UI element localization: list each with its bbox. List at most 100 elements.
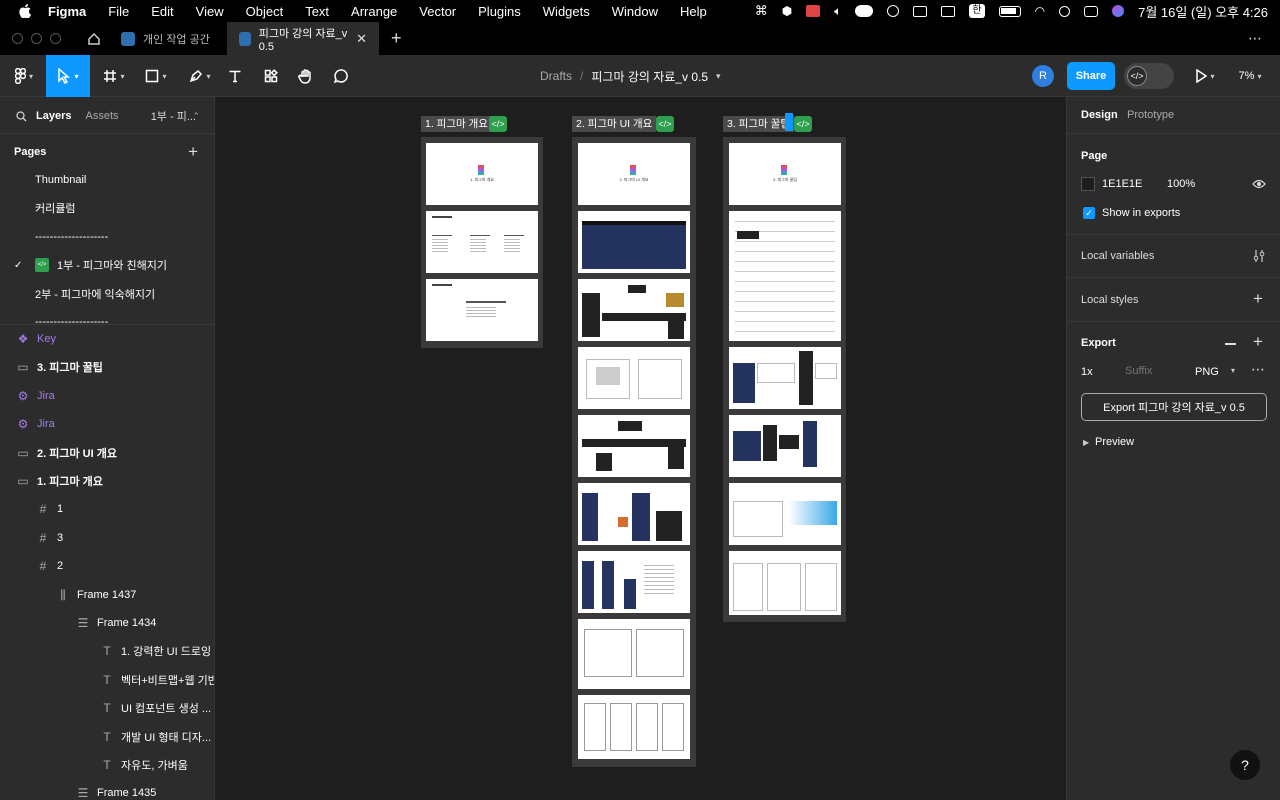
show-in-exports-checkbox[interactable]: ✓ xyxy=(1083,207,1095,219)
dev-handoff-icon[interactable]: </> xyxy=(656,116,674,132)
page-switcher[interactable]: 1부 - 피... xyxy=(151,108,196,124)
play-status-icon[interactable] xyxy=(887,5,900,17)
minimize-window-button[interactable] xyxy=(31,33,42,44)
layer-row[interactable]: ▭ 2. 피그마 UI 개요 xyxy=(0,439,214,467)
slide-ui-3[interactable] xyxy=(578,279,690,341)
control-center-icon[interactable] xyxy=(1084,5,1099,17)
layer-row[interactable]: ❖ Key xyxy=(0,325,214,353)
tab-design[interactable]: Design xyxy=(1081,109,1118,121)
layer-row[interactable]: ⫼ Frame 1437 xyxy=(0,581,214,609)
tab-menu-button[interactable]: ⋯ xyxy=(1248,30,1262,47)
section-label-tips[interactable]: 3. 피그마 꿀팁 xyxy=(723,116,794,132)
search-icon[interactable] xyxy=(16,110,27,122)
menu-object[interactable]: Object xyxy=(246,4,284,19)
battery-icon[interactable] xyxy=(998,5,1021,17)
hand-tool-button[interactable] xyxy=(296,55,316,97)
layer-row[interactable]: ▭ 3. 피그마 꿀팁 xyxy=(0,353,214,381)
export-options-icon[interactable]: ⋯ xyxy=(1251,361,1265,378)
comment-tool-button[interactable] xyxy=(331,55,351,97)
slide-ui-9[interactable] xyxy=(578,695,690,759)
tab-workspace[interactable]: 개인 작업 공간 xyxy=(109,22,227,55)
slide-title-ui[interactable]: 2. 피그마 UI 개요 xyxy=(578,143,690,205)
layer-row[interactable]: T UI 컴포넌트 생성 ... xyxy=(0,694,214,722)
slide-overview-3[interactable] xyxy=(426,279,538,341)
screen-mirror-icon[interactable] xyxy=(941,5,956,17)
chevron-up-icon[interactable]: ⌃ xyxy=(192,111,200,122)
chevron-down-icon[interactable]: ▾ xyxy=(1231,366,1235,375)
dev-handoff-icon[interactable]: </> xyxy=(794,116,812,132)
help-button[interactable]: ? xyxy=(1230,750,1260,780)
menu-vector[interactable]: Vector xyxy=(419,4,456,19)
export-scale[interactable]: 1x xyxy=(1081,366,1093,378)
tab-current-file[interactable]: 피그마 강의 자료_v 0.5 ✕ xyxy=(227,22,379,55)
add-style-icon[interactable]: + xyxy=(1253,289,1263,309)
section-label-overview[interactable]: 1. 피그마 개요 xyxy=(421,116,492,132)
chevron-down-icon[interactable]: ▾ xyxy=(716,71,721,82)
local-variables-label[interactable]: Local variables xyxy=(1081,250,1154,262)
page-opacity-value[interactable]: 100% xyxy=(1167,178,1195,190)
slide-title-overview[interactable]: 1. 피그마 개요 xyxy=(426,143,538,205)
volume-icon[interactable]: 🔈︎ xyxy=(834,4,841,19)
variables-sliders-icon[interactable] xyxy=(1253,249,1265,263)
present-button[interactable]: ▾ xyxy=(1190,55,1220,97)
share-button[interactable]: Share xyxy=(1067,55,1115,97)
slide-title-tips[interactable]: 3. 피그마 꿀팁 xyxy=(729,143,841,205)
export-format[interactable]: PNG xyxy=(1195,366,1219,378)
slide-tips-6[interactable] xyxy=(729,551,841,615)
page-item[interactable]: Thumbnail xyxy=(0,166,214,194)
preview-label[interactable]: Preview xyxy=(1095,436,1134,448)
menu-widgets[interactable]: Widgets xyxy=(543,4,590,19)
drafts-link[interactable]: Drafts xyxy=(540,69,572,83)
siri-icon[interactable] xyxy=(1112,5,1125,17)
remove-export-icon[interactable] xyxy=(1225,343,1236,345)
frame-tool-button[interactable]: ▾ xyxy=(97,55,131,97)
layer-row[interactable]: T 벡터+비트맵+웹 기반 xyxy=(0,666,214,694)
page-item[interactable]: ✓ </> 1부 - 피그마와 친해지기 xyxy=(0,251,214,279)
layer-row[interactable]: ⚙ Jira xyxy=(0,410,214,438)
layer-row[interactable]: ⚙ Jira xyxy=(0,382,214,410)
main-menu-button[interactable]: ▾ xyxy=(8,55,40,97)
tab-prototype[interactable]: Prototype xyxy=(1127,109,1174,121)
layer-row[interactable]: T 개발 UI 형태 디자... xyxy=(0,723,214,751)
section-label-ui[interactable]: 2. 피그마 UI 개요 xyxy=(572,116,657,132)
notification-app-icon[interactable] xyxy=(855,5,874,17)
close-window-button[interactable] xyxy=(12,33,23,44)
section-overview[interactable]: 1. 피그마 개요 xyxy=(421,137,543,348)
menu-file[interactable]: File xyxy=(108,4,129,19)
vpn-status-icon[interactable]: ⬢ xyxy=(782,4,792,18)
layer-row[interactable]: #1 xyxy=(0,495,214,523)
zoom-dropdown[interactable]: 7% ▾ xyxy=(1232,55,1268,97)
page-color-value[interactable]: 1E1E1E xyxy=(1102,178,1142,190)
resources-tool-button[interactable] xyxy=(261,55,281,97)
eye-icon[interactable] xyxy=(1252,179,1266,189)
dev-mode-toggle[interactable]: </> xyxy=(1124,55,1174,97)
apple-icon[interactable] xyxy=(18,4,32,18)
figma-status-icon[interactable]: ⌘ xyxy=(755,3,768,19)
menu-edit[interactable]: Edit xyxy=(151,4,173,19)
menu-text[interactable]: Text xyxy=(305,4,329,19)
layer-row[interactable]: ☰ Frame 1435 xyxy=(0,779,214,800)
layer-row[interactable]: ▭ 1. 피그마 개요 xyxy=(0,467,214,495)
slide-tips-5[interactable] xyxy=(729,483,841,545)
menu-help[interactable]: Help xyxy=(680,4,707,19)
tab-layers[interactable]: Layers xyxy=(36,110,71,122)
selection-handle[interactable] xyxy=(785,113,793,131)
store-status-icon[interactable] xyxy=(806,5,821,17)
export-suffix-input[interactable] xyxy=(1125,361,1175,381)
slide-ui-8[interactable] xyxy=(578,619,690,689)
page-item[interactable]: 커리큘럼 xyxy=(0,194,214,222)
menubar-clock[interactable]: 7월 16일 (일) 오후 4:26 xyxy=(1138,2,1268,21)
menu-window[interactable]: Window xyxy=(612,4,658,19)
menu-plugins[interactable]: Plugins xyxy=(478,4,521,19)
add-export-icon[interactable]: + xyxy=(1253,332,1263,352)
dev-handoff-icon[interactable]: </> xyxy=(489,116,507,132)
close-tab-icon[interactable]: ✕ xyxy=(356,31,367,47)
move-tool-button[interactable]: ▾ xyxy=(46,55,90,97)
menu-arrange[interactable]: Arrange xyxy=(351,4,397,19)
layer-row[interactable]: #3 xyxy=(0,524,214,552)
section-ui-overview[interactable]: 2. 피그마 UI 개요 xyxy=(572,137,696,767)
layer-row[interactable]: T 1. 강력한 UI 드로잉 xyxy=(0,637,214,665)
export-button[interactable]: Export 피그마 강의 자료_v 0.5 xyxy=(1081,393,1267,421)
pen-tool-button[interactable]: ▾ xyxy=(183,55,217,97)
menu-view[interactable]: View xyxy=(196,4,224,19)
